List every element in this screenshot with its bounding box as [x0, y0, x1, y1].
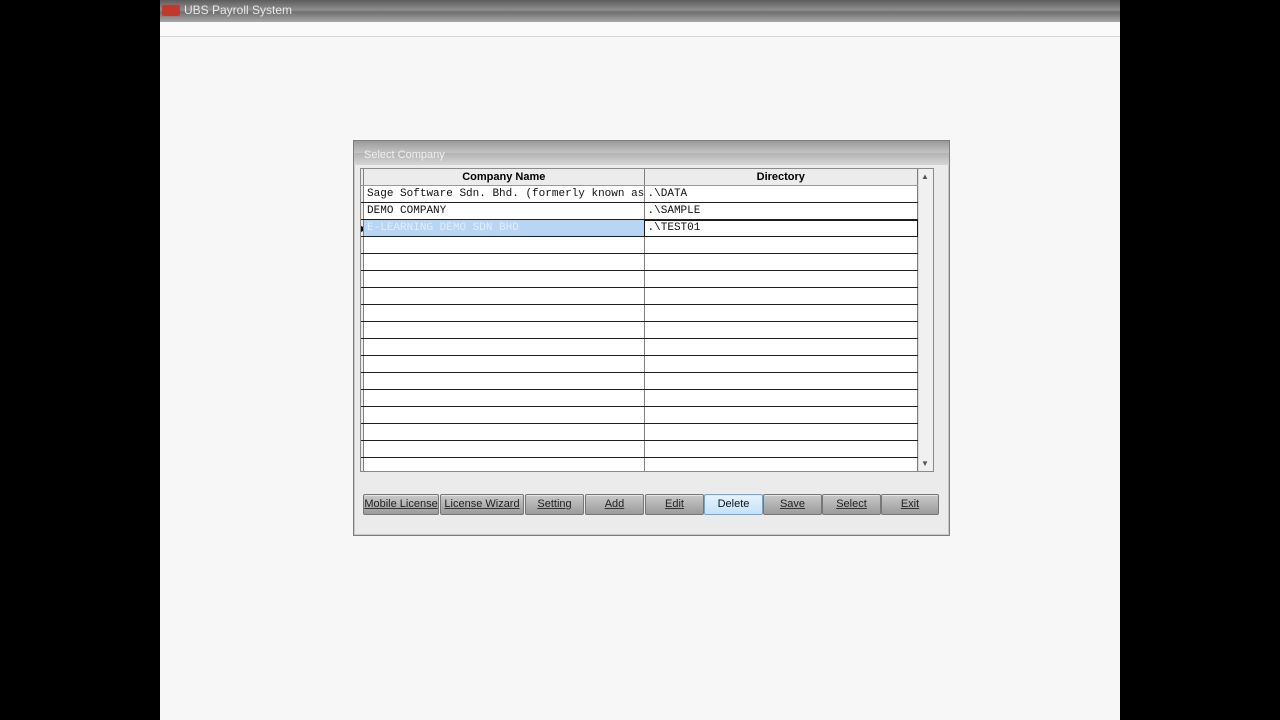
empty-cell[interactable] [644, 423, 919, 441]
dialog-title: Select Company [364, 149, 445, 161]
empty-row[interactable] [361, 321, 919, 339]
app-window: UBS Payroll System Select Company Compan… [160, 0, 1120, 720]
empty-cell[interactable] [363, 338, 645, 356]
empty-cell[interactable] [644, 457, 919, 471]
empty-cell[interactable] [363, 304, 645, 322]
empty-cell[interactable] [644, 338, 919, 356]
company-name-cell[interactable]: E-LEARNING DEMO SDN BHD [363, 219, 645, 237]
empty-cell[interactable] [644, 440, 919, 458]
scroll-up-arrow-icon[interactable]: ▲ [921, 172, 929, 181]
company-name-cell[interactable]: DEMO COMPANY [363, 202, 645, 220]
empty-cell[interactable] [363, 423, 645, 441]
empty-cell[interactable] [363, 270, 645, 288]
empty-cell[interactable] [644, 270, 919, 288]
app-logo-icon [162, 5, 180, 16]
dialog-button-bar: Mobile License License Wizard Setting Ad… [363, 494, 939, 515]
directory-cell[interactable]: .\DATA [644, 185, 919, 203]
scroll-down-arrow-icon[interactable]: ▼ [921, 459, 929, 468]
table-row[interactable]: Sage Software Sdn. Bhd. (formerly known … [361, 185, 919, 203]
select-company-dialog: Select Company Company Name Directory Sa… [353, 140, 950, 536]
empty-row[interactable] [361, 389, 919, 407]
column-header-directory[interactable]: Directory [644, 169, 919, 186]
empty-cell[interactable] [644, 389, 919, 407]
empty-cell[interactable] [363, 253, 645, 271]
grid-vertical-scrollbar[interactable]: ▲ ▼ [918, 169, 933, 471]
company-name-cell[interactable]: Sage Software Sdn. Bhd. (formerly known … [363, 185, 645, 203]
empty-cell[interactable] [644, 236, 919, 254]
empty-row[interactable] [361, 236, 919, 254]
add-button[interactable]: Add [585, 494, 644, 515]
empty-row[interactable] [361, 287, 919, 305]
empty-row[interactable] [361, 440, 919, 458]
menu-bar [160, 22, 1120, 37]
empty-cell[interactable] [363, 236, 645, 254]
empty-cell[interactable] [363, 287, 645, 305]
exit-button[interactable]: Exit [881, 494, 939, 515]
edit-button[interactable]: Edit [645, 494, 704, 515]
empty-cell[interactable] [363, 321, 645, 339]
save-button[interactable]: Save [763, 494, 822, 515]
empty-cell[interactable] [363, 440, 645, 458]
empty-row[interactable] [361, 457, 919, 471]
delete-button[interactable]: Delete [704, 494, 763, 515]
empty-cell[interactable] [644, 287, 919, 305]
setting-button[interactable]: Setting [525, 494, 584, 515]
empty-row[interactable] [361, 355, 919, 373]
empty-cell[interactable] [644, 372, 919, 390]
window-title: UBS Payroll System [184, 3, 293, 17]
empty-row[interactable] [361, 338, 919, 356]
directory-cell[interactable]: .\SAMPLE [644, 202, 919, 220]
empty-row[interactable] [361, 406, 919, 424]
empty-cell[interactable] [644, 406, 919, 424]
header-row: Company Name Directory [361, 169, 919, 186]
empty-row[interactable] [361, 304, 919, 322]
table-row-selected[interactable]: ▶ E-LEARNING DEMO SDN BHD .\TEST01 [361, 219, 919, 237]
empty-cell[interactable] [644, 355, 919, 373]
empty-cell[interactable] [363, 389, 645, 407]
table-row[interactable]: DEMO COMPANY .\SAMPLE [361, 202, 919, 220]
title-bar: UBS Payroll System [160, 0, 1120, 22]
column-header-company-name[interactable]: Company Name [363, 169, 645, 186]
empty-cell[interactable] [363, 355, 645, 373]
dialog-title-bar: Select Company [354, 141, 949, 165]
company-grid[interactable]: Company Name Directory Sage Software Sdn… [360, 168, 934, 472]
license-wizard-button[interactable]: License Wizard [440, 494, 524, 515]
empty-cell[interactable] [644, 253, 919, 271]
empty-row[interactable] [361, 270, 919, 288]
company-table: Company Name Directory Sage Software Sdn… [361, 169, 919, 471]
grid-body: Sage Software Sdn. Bhd. (formerly known … [361, 185, 919, 471]
current-row-arrow-icon: ▶ [361, 224, 363, 233]
empty-cell[interactable] [363, 457, 645, 471]
empty-cell[interactable] [363, 406, 645, 424]
mobile-license-button[interactable]: Mobile License [363, 494, 439, 515]
empty-row[interactable] [361, 372, 919, 390]
empty-cell[interactable] [644, 304, 919, 322]
select-button[interactable]: Select [822, 494, 881, 515]
empty-cell[interactable] [363, 372, 645, 390]
directory-cell[interactable]: .\TEST01 [644, 219, 919, 237]
empty-cell[interactable] [644, 321, 919, 339]
empty-row[interactable] [361, 423, 919, 441]
empty-row[interactable] [361, 253, 919, 271]
